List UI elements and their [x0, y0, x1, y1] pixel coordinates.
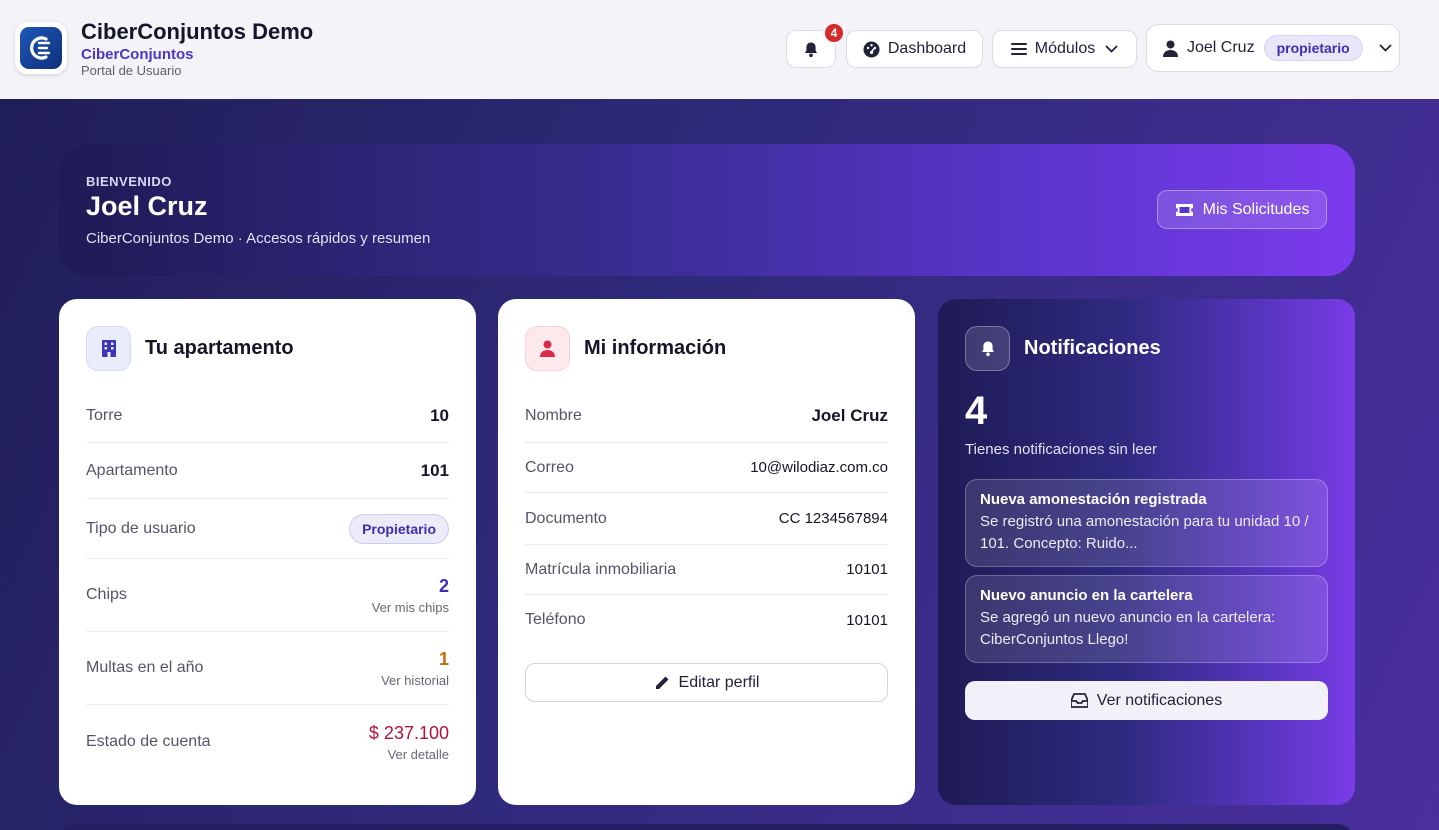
notification-title: Nuevo anuncio en la cartelera	[980, 587, 1193, 604]
notifications-card-title: Notificaciones	[1024, 337, 1161, 359]
app-title: CiberConjuntos Demo	[81, 19, 314, 44]
apartment-card: Tu apartamento Torre 10 Apartamento 101 …	[59, 299, 476, 805]
notification-item[interactable]: Nuevo anuncio en la cartelera Se agregó …	[965, 575, 1328, 663]
phone-row: Teléfono 10101	[525, 611, 888, 629]
edit-profile-label: Editar perfil	[678, 673, 760, 691]
name-value: Joel Cruz	[811, 405, 888, 425]
pencil-icon	[654, 675, 670, 691]
user-icon	[525, 326, 570, 371]
tower-value: 10	[430, 405, 449, 425]
unread-subtitle: Tienes notificaciones sin leer	[965, 441, 1158, 458]
dashboard-label: Dashboard	[887, 40, 967, 57]
gauge-icon	[863, 41, 880, 58]
welcome-name: Joel Cruz	[86, 191, 208, 221]
brand[interactable]: CiberConjuntos Demo CiberConjuntos Porta…	[15, 19, 314, 78]
dashboard-button[interactable]: Dashboard	[846, 30, 983, 68]
portal-label: Portal de Usuario	[81, 63, 182, 78]
welcome-kicker: BIENVENIDO	[86, 174, 172, 189]
name-row: Nombre Joel Cruz	[525, 389, 888, 443]
email-value: 10@wilodiaz.com.co	[750, 459, 888, 476]
user-role-badge: propietario	[1263, 35, 1363, 61]
bell-icon	[965, 326, 1010, 371]
view-detail-link[interactable]: Ver detalle	[369, 747, 449, 762]
document-row: Documento CC 1234567894	[525, 493, 888, 545]
user-type-row: Tipo de usuario Propietario	[86, 499, 449, 559]
fines-value: 1	[438, 648, 449, 669]
bell-icon	[805, 42, 817, 57]
notifications-card: Notificaciones 4 Tienes notificaciones s…	[938, 299, 1355, 805]
property-registration-value: 10101	[846, 561, 888, 578]
my-info-card-title: Mi información	[584, 337, 727, 359]
view-notifications-button[interactable]: Ver notificaciones	[965, 681, 1328, 720]
welcome-banner: BIENVENIDO Joel Cruz CiberConjuntos Demo…	[59, 144, 1355, 276]
user-menu-button[interactable]: Joel Cruz propietario	[1146, 24, 1400, 72]
ticket-icon	[1175, 203, 1194, 217]
user-icon	[1163, 40, 1178, 57]
apartment-card-title: Tu apartamento	[145, 337, 294, 359]
brand-name: CiberConjuntos	[81, 46, 194, 63]
balance-value: $ 237.100	[368, 722, 449, 743]
notification-count-badge: 4	[823, 22, 845, 44]
apartment-row: Apartamento 101	[86, 443, 449, 499]
building-icon	[86, 326, 131, 371]
property-registration-row: Matrícula inmobiliaria 10101	[525, 545, 888, 595]
notification-text: Se registró una amonestación para tu uni…	[980, 513, 1309, 552]
modules-label: Módulos	[1034, 40, 1096, 57]
top-bar: CiberConjuntos Demo CiberConjuntos Porta…	[0, 0, 1439, 99]
welcome-description: CiberConjuntos Demo · Accesos rápidos y …	[86, 230, 431, 247]
my-requests-button[interactable]: Mis Solicitudes	[1157, 190, 1327, 229]
view-history-link[interactable]: Ver historial	[381, 673, 449, 688]
user-name: Joel Cruz	[1187, 39, 1255, 56]
chips-row: Chips 2 Ver mis chips	[86, 559, 449, 632]
logo-icon	[30, 36, 51, 60]
chevron-down-icon	[1379, 44, 1392, 52]
edit-profile-button[interactable]: Editar perfil	[525, 663, 888, 702]
modules-menu-button[interactable]: Módulos	[992, 30, 1137, 68]
next-section-edge	[59, 824, 1355, 830]
notification-title: Nueva amonestación registrada	[980, 491, 1207, 508]
inbox-icon	[1070, 693, 1088, 708]
notification-item[interactable]: Nueva amonestación registrada Se registr…	[965, 479, 1328, 567]
notifications-button[interactable]: 4	[786, 22, 845, 68]
my-info-card: Mi información Nombre Joel Cruz Correo 1…	[498, 299, 915, 805]
notification-text: Se agregó un nuevo anuncio en la cartele…	[980, 609, 1276, 648]
account-status-row: Estado de cuenta $ 237.100 Ver detalle	[86, 722, 449, 762]
view-chips-link[interactable]: Ver mis chips	[372, 600, 449, 615]
view-notifications-label: Ver notificaciones	[1096, 691, 1223, 709]
tower-row: Torre 10	[86, 389, 449, 443]
unread-count: 4	[965, 389, 988, 433]
menu-icon	[1010, 42, 1027, 56]
email-row: Correo 10@wilodiaz.com.co	[525, 443, 888, 493]
chips-value: 2	[438, 575, 449, 596]
fines-row: Multas en el año 1 Ver historial	[86, 632, 449, 705]
app-logo	[15, 22, 67, 74]
my-requests-label: Mis Solicitudes	[1202, 200, 1310, 218]
chevron-down-icon	[1105, 45, 1118, 53]
phone-value: 10101	[846, 611, 888, 629]
user-type-badge: Propietario	[349, 513, 449, 544]
apartment-value: 101	[420, 460, 449, 480]
document-value: CC 1234567894	[778, 510, 888, 527]
